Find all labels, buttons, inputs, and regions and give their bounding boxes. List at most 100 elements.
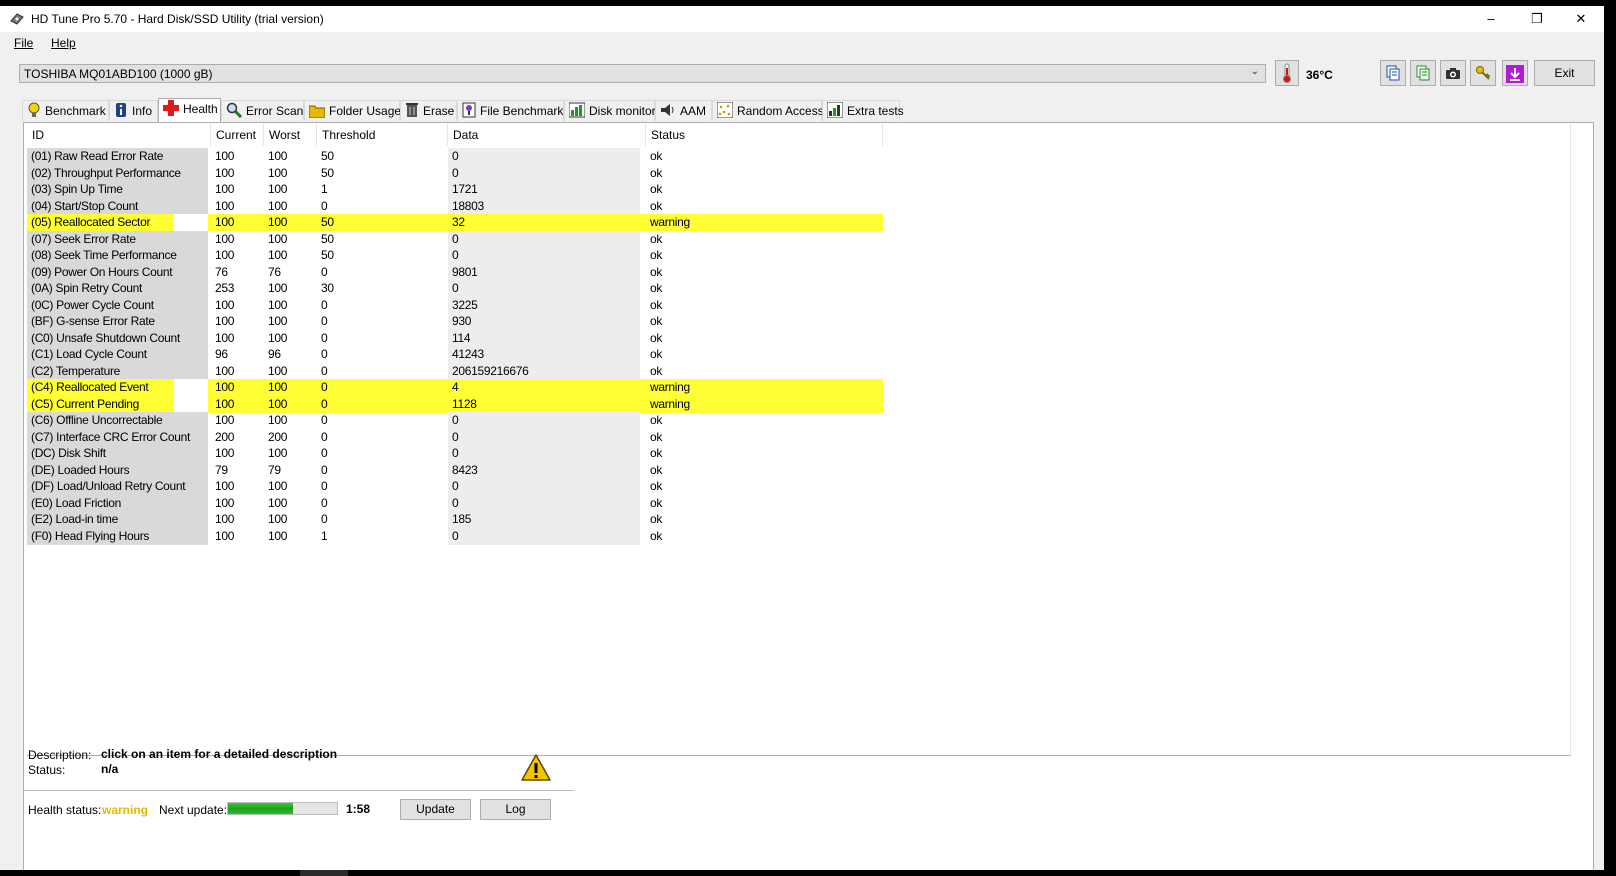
copy-all-button[interactable]: [1410, 60, 1436, 86]
cell-worst: 100: [268, 297, 288, 312]
cell-current: 76: [215, 264, 228, 279]
tab-aam[interactable]: AAM: [655, 100, 712, 121]
drive-select[interactable]: TOSHIBA MQ01ABD100 (1000 gB) ⌄: [19, 64, 1266, 83]
cell-data: 0: [448, 148, 640, 165]
log-button[interactable]: Log: [480, 799, 551, 820]
menu-help[interactable]: Help: [51, 36, 76, 50]
cell-status: warning: [646, 214, 883, 231]
tab-benchmark[interactable]: Benchmark: [22, 100, 109, 121]
cell-id: (C1) Load Cycle Count: [27, 346, 208, 363]
cell-id: (03) Spin Up Time: [27, 181, 208, 198]
cell-id: (05) Reallocated Sector Count: [27, 214, 174, 246]
cell-current: 100: [215, 330, 235, 345]
table-row[interactable]: (C6) Offline Uncorrectable 100 100 0 0 ok: [27, 412, 907, 429]
cell-data: 3225: [448, 296, 640, 314]
cell-worst: 100: [268, 413, 288, 427]
table-row[interactable]: (C5) Current Pending Sector10010001128wa…: [27, 395, 907, 428]
cell-worst: 79: [268, 462, 281, 477]
table-row[interactable]: (C2) Temperature 100 100 0 206159216676 ok: [27, 362, 907, 380]
cell-current: 100: [215, 198, 235, 213]
minimize-button[interactable]: –: [1468, 6, 1514, 32]
table-row[interactable]: (07) Seek Error Rate 100 100 50 0 ok: [27, 230, 907, 248]
tab-random-access[interactable]: Random Access: [712, 100, 824, 121]
cell-data: 4: [448, 379, 646, 396]
table-row[interactable]: (C1) Load Cycle Count 96 96 0 41243 ok: [27, 346, 907, 363]
table-row[interactable]: (03) Spin Up Time 100 100 1 1721 ok: [27, 181, 907, 198]
screenshot-button[interactable]: [1440, 60, 1466, 86]
cell-data: 41243: [448, 346, 640, 363]
smart-attributes-table[interactable]: ID Current Worst Threshold Data Status (…: [27, 124, 1571, 756]
tab-health[interactable]: Health: [158, 98, 221, 122]
table-row[interactable]: (04) Start/Stop Count 100 100 0 18803 ok: [27, 197, 907, 215]
table-row[interactable]: (01) Raw Read Error Rate 100 100 50 0 ok: [27, 148, 907, 165]
menu-file-label: File: [14, 36, 34, 50]
tab-benchmark-label: Benchmark: [45, 104, 106, 118]
cell-worst: 100: [268, 512, 288, 526]
tab-erase[interactable]: Erase: [400, 100, 457, 121]
close-button[interactable]: ✕: [1558, 6, 1604, 32]
column-header-worst[interactable]: Worst: [264, 124, 317, 146]
table-row[interactable]: (DC) Disk Shift 100 100 0 0 ok: [27, 445, 907, 462]
table-row[interactable]: (DF) Load/Unload Retry Count 100 100 0 0 ok: [27, 478, 907, 495]
table-row[interactable]: (0C) Power Cycle Count 100 100 0 3225 ok: [27, 296, 907, 314]
cell-id-spacer: [174, 395, 208, 413]
menu-file[interactable]: File: [14, 36, 33, 50]
table-row[interactable]: (02) Throughput Performance 100 100 50 0 ok: [27, 164, 907, 182]
table-row[interactable]: (0A) Spin Retry Count 253 100 30 0 ok: [27, 280, 907, 297]
cell-threshold: 0: [321, 330, 328, 345]
tab-error-scan[interactable]: Error Scan: [221, 100, 304, 121]
tab-file-benchmark[interactable]: File Benchmark: [457, 100, 564, 121]
cell-id-spacer: [174, 214, 208, 231]
status-value: n/a: [101, 762, 119, 776]
cell-data: 32: [448, 214, 646, 231]
table-row[interactable]: (C4) Reallocated Event Count10010004warn…: [27, 379, 907, 411]
table-row[interactable]: (05) Reallocated Sector Count1001005032w…: [27, 214, 907, 246]
extra-tests-icon: [826, 101, 844, 119]
temperature-indicator: [1275, 60, 1299, 86]
column-header-current[interactable]: Current: [211, 124, 264, 146]
tab-extra-tests[interactable]: Extra tests: [822, 100, 904, 121]
table-row[interactable]: (09) Power On Hours Count 76 76 0 9801 ok: [27, 263, 907, 281]
health-panel: ID Current Worst Threshold Data Status (…: [23, 122, 1594, 870]
column-header-id[interactable]: ID: [27, 124, 211, 146]
table-row[interactable]: (C0) Unsafe Shutdown Count 100 100 0 114 ok: [27, 329, 907, 347]
cell-id: (09) Power On Hours Count: [27, 263, 208, 281]
exit-button[interactable]: Exit: [1534, 60, 1595, 86]
health-status-label: Health status:: [28, 803, 102, 817]
table-row[interactable]: (E2) Load-in time 100 100 0 185 ok: [27, 511, 907, 528]
column-header-data[interactable]: Data: [448, 124, 646, 146]
cell-data: 185: [448, 511, 640, 528]
cell-data: 8423: [448, 461, 640, 479]
cell-data: 1128: [448, 395, 646, 413]
cell-threshold: 50: [317, 214, 448, 231]
options-key-icon: [1476, 66, 1491, 80]
table-row[interactable]: (08) Seek Time Performance 100 100 50 0 ok: [27, 247, 907, 264]
table-row[interactable]: (F0) Head Flying Hours 100 100 1 0 ok: [27, 527, 907, 545]
copy-info-button[interactable]: [1380, 60, 1406, 86]
table-row[interactable]: (DE) Loaded Hours 79 79 0 8423 ok: [27, 461, 907, 479]
cell-current: 100: [208, 395, 264, 413]
column-header-status[interactable]: Status: [646, 124, 883, 146]
tab-error-scan-label: Error Scan: [246, 104, 304, 118]
table-row[interactable]: (C7) Interface CRC Error Count 200 200 0 0 ok: [27, 428, 907, 446]
save-button[interactable]: [1502, 60, 1528, 86]
cell-id: (C7) Interface CRC Error Count: [27, 428, 208, 446]
tab-disk-monitor[interactable]: Disk monitor: [564, 100, 656, 121]
tab-info[interactable]: Info: [109, 100, 158, 121]
table-row[interactable]: (BF) G-sense Error Rate 100 100 0 930 ok: [27, 313, 907, 330]
update-button[interactable]: Update: [400, 799, 471, 820]
options-button[interactable]: [1470, 60, 1496, 86]
cell-current: 100: [215, 182, 235, 196]
cell-status: ok: [650, 446, 663, 460]
table-row[interactable]: (E0) Load Friction 100 100 0 0 ok: [27, 494, 907, 512]
cell-current: 100: [215, 528, 235, 543]
cell-data: 114: [448, 329, 640, 347]
tab-folder-usage-label: Folder Usage: [329, 104, 402, 118]
cell-id: (DC) Disk Shift: [27, 445, 208, 462]
thermometer-icon: [1283, 63, 1291, 83]
cell-current: 100: [215, 512, 235, 526]
restore-button[interactable]: ❐: [1514, 6, 1560, 32]
tab-folder-usage[interactable]: Folder Usage: [304, 100, 402, 121]
warning-triangle-icon: [521, 754, 551, 781]
column-header-threshold[interactable]: Threshold: [317, 124, 448, 146]
